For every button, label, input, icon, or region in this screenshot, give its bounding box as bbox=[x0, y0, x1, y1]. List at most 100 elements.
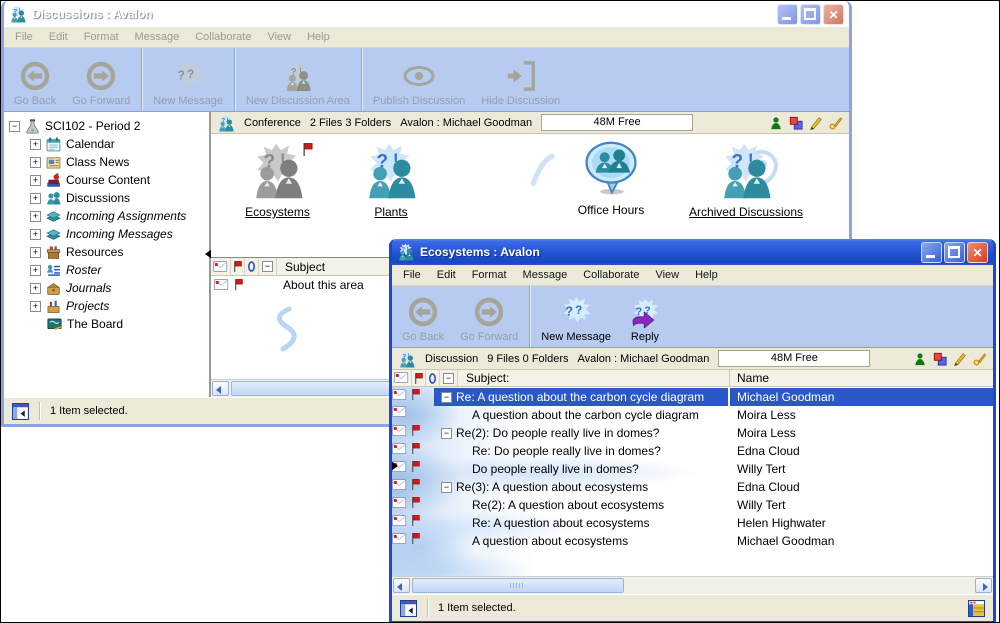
toggle-panel-icon[interactable] bbox=[400, 600, 417, 617]
menu-format[interactable]: Format bbox=[464, 267, 515, 283]
menu-file[interactable]: File bbox=[395, 267, 429, 283]
titlebar[interactable]: Ecosystems : Avalon bbox=[392, 239, 993, 265]
flag-icon bbox=[410, 424, 421, 437]
tree-item-root[interactable]: SCI102 - Period 2 bbox=[4, 117, 209, 135]
message-row[interactable]: Re(3): A question about ecosystems Edna … bbox=[392, 478, 993, 496]
expand-box[interactable] bbox=[30, 229, 41, 240]
signature-pen-icon[interactable] bbox=[973, 352, 987, 366]
message-row[interactable]: Re(2): Do people really live in domes? M… bbox=[392, 424, 993, 442]
view-grid-icon[interactable] bbox=[968, 600, 985, 617]
expand-box[interactable] bbox=[30, 175, 41, 186]
tree-item-roster[interactable]: Roster bbox=[4, 261, 209, 279]
menu-format[interactable]: Format bbox=[76, 29, 127, 45]
collapse-all-box[interactable] bbox=[443, 373, 454, 384]
menu-help[interactable]: Help bbox=[299, 29, 338, 45]
message-row[interactable]: Re(2): A question about ecosystems Willy… bbox=[392, 496, 993, 514]
thread-collapse-box[interactable] bbox=[441, 392, 452, 403]
thread-collapse-box[interactable] bbox=[441, 428, 452, 439]
menu-edit[interactable]: Edit bbox=[41, 29, 76, 45]
online-user-icon[interactable] bbox=[913, 352, 927, 366]
desktop-item-label: Office Hours bbox=[556, 203, 666, 217]
tree-item-the-board[interactable]: The Board bbox=[4, 315, 209, 333]
splitter-collapse-arrow-icon[interactable] bbox=[392, 461, 403, 471]
list-column-header[interactable]: Subject: Name bbox=[392, 370, 993, 387]
desktop-item-office-hours[interactable]: Office Hours bbox=[556, 140, 666, 217]
toggle-panel-icon[interactable] bbox=[12, 403, 29, 420]
thread-collapse-box[interactable] bbox=[441, 482, 452, 493]
message-row[interactable]: Re: Do people really live in domes? Edna… bbox=[392, 442, 993, 460]
minimize-button[interactable] bbox=[921, 242, 942, 263]
tree-item-journals[interactable]: Journals bbox=[4, 279, 209, 297]
tree-item-projects[interactable]: Projects bbox=[4, 297, 209, 315]
reply-button[interactable]: Reply bbox=[619, 286, 671, 347]
subject-column-label[interactable]: Subject: bbox=[458, 371, 509, 385]
tree-item-discussions[interactable]: Discussions bbox=[4, 189, 209, 207]
tree-item-course-content[interactable]: Course Content bbox=[4, 171, 209, 189]
scroll-left-button[interactable] bbox=[212, 381, 229, 396]
signature-pen-icon[interactable] bbox=[829, 116, 843, 130]
collapse-box[interactable] bbox=[9, 121, 20, 132]
message-row[interactable]: Re: A question about ecosystems Helen Hi… bbox=[392, 514, 993, 532]
desktop-item-plants[interactable]: Plants bbox=[341, 142, 441, 219]
menu-message[interactable]: Message bbox=[515, 267, 576, 283]
new-message-button[interactable]: New Message bbox=[533, 286, 619, 347]
new-message-icon bbox=[558, 296, 594, 328]
column-divider[interactable] bbox=[729, 370, 730, 386]
maximize-button[interactable] bbox=[944, 242, 965, 263]
publish-discussion-button[interactable]: Publish Discussion bbox=[365, 48, 473, 111]
expand-box[interactable] bbox=[30, 157, 41, 168]
subject-column-label[interactable]: Subject bbox=[277, 260, 325, 274]
go-forward-button[interactable]: Go Forward bbox=[64, 48, 138, 111]
scroll-left-button[interactable] bbox=[393, 578, 410, 593]
hide-discussion-button[interactable]: Hide Discussion bbox=[473, 48, 568, 111]
pencil-icon[interactable] bbox=[953, 352, 967, 366]
tree-item-calendar[interactable]: Calendar bbox=[4, 135, 209, 153]
expand-box[interactable] bbox=[30, 247, 41, 258]
maximize-button[interactable] bbox=[800, 4, 821, 25]
close-button[interactable] bbox=[967, 242, 988, 263]
message-row[interactable]: A question about ecosystems Michael Good… bbox=[392, 532, 993, 550]
tree-label: Calendar bbox=[66, 137, 115, 151]
minimize-button[interactable] bbox=[777, 4, 798, 25]
go-back-button[interactable]: Go Back bbox=[6, 48, 64, 111]
new-discussion-area-button[interactable]: New Discussion Area bbox=[238, 48, 358, 111]
menu-message[interactable]: Message bbox=[127, 29, 188, 45]
desktop-item-archived-discussions[interactable]: Archived Discussions bbox=[666, 142, 826, 219]
name-column-label[interactable]: Name bbox=[737, 371, 769, 385]
menu-collaborate[interactable]: Collaborate bbox=[187, 29, 259, 45]
message-row[interactable]: Re: A question about the carbon cycle di… bbox=[392, 388, 993, 406]
layers-icon[interactable] bbox=[933, 352, 947, 366]
message-row[interactable]: A question about the carbon cycle diagra… bbox=[392, 406, 993, 424]
go-forward-button[interactable]: Go Forward bbox=[452, 286, 526, 347]
tree-item-incoming-messages[interactable]: Incoming Messages bbox=[4, 225, 209, 243]
scrollbar-thumb[interactable] bbox=[412, 578, 624, 593]
collapse-all-box[interactable] bbox=[262, 261, 273, 272]
menu-edit[interactable]: Edit bbox=[429, 267, 464, 283]
menu-help[interactable]: Help bbox=[687, 267, 726, 283]
tree-item-class-news[interactable]: Class News bbox=[4, 153, 209, 171]
pencil-icon[interactable] bbox=[809, 116, 823, 130]
expand-box[interactable] bbox=[30, 301, 41, 312]
horizontal-scrollbar[interactable] bbox=[392, 576, 993, 594]
layers-icon[interactable] bbox=[789, 116, 803, 130]
scroll-right-button[interactable] bbox=[975, 578, 992, 593]
message-row[interactable]: Do people really live in domes? Willy Te… bbox=[392, 460, 993, 478]
reply-icon bbox=[627, 296, 663, 328]
titlebar[interactable]: Discussions : Avalon bbox=[4, 1, 849, 27]
menu-view[interactable]: View bbox=[259, 29, 299, 45]
menu-view[interactable]: View bbox=[647, 267, 687, 283]
close-button[interactable] bbox=[823, 4, 844, 25]
new-message-button[interactable]: New Message bbox=[145, 48, 231, 111]
tree-item-resources[interactable]: Resources bbox=[4, 243, 209, 261]
expand-box[interactable] bbox=[30, 139, 41, 150]
tree-item-incoming-assignments[interactable]: Incoming Assignments bbox=[4, 207, 209, 225]
menu-collaborate[interactable]: Collaborate bbox=[575, 267, 647, 283]
expand-box[interactable] bbox=[30, 265, 41, 276]
expand-box[interactable] bbox=[30, 193, 41, 204]
expand-box[interactable] bbox=[30, 283, 41, 294]
go-back-button[interactable]: Go Back bbox=[394, 286, 452, 347]
menu-file[interactable]: File bbox=[7, 29, 41, 45]
desktop-item-ecosystems[interactable]: Ecosystems bbox=[225, 142, 330, 219]
expand-box[interactable] bbox=[30, 211, 41, 222]
online-user-icon[interactable] bbox=[769, 116, 783, 130]
